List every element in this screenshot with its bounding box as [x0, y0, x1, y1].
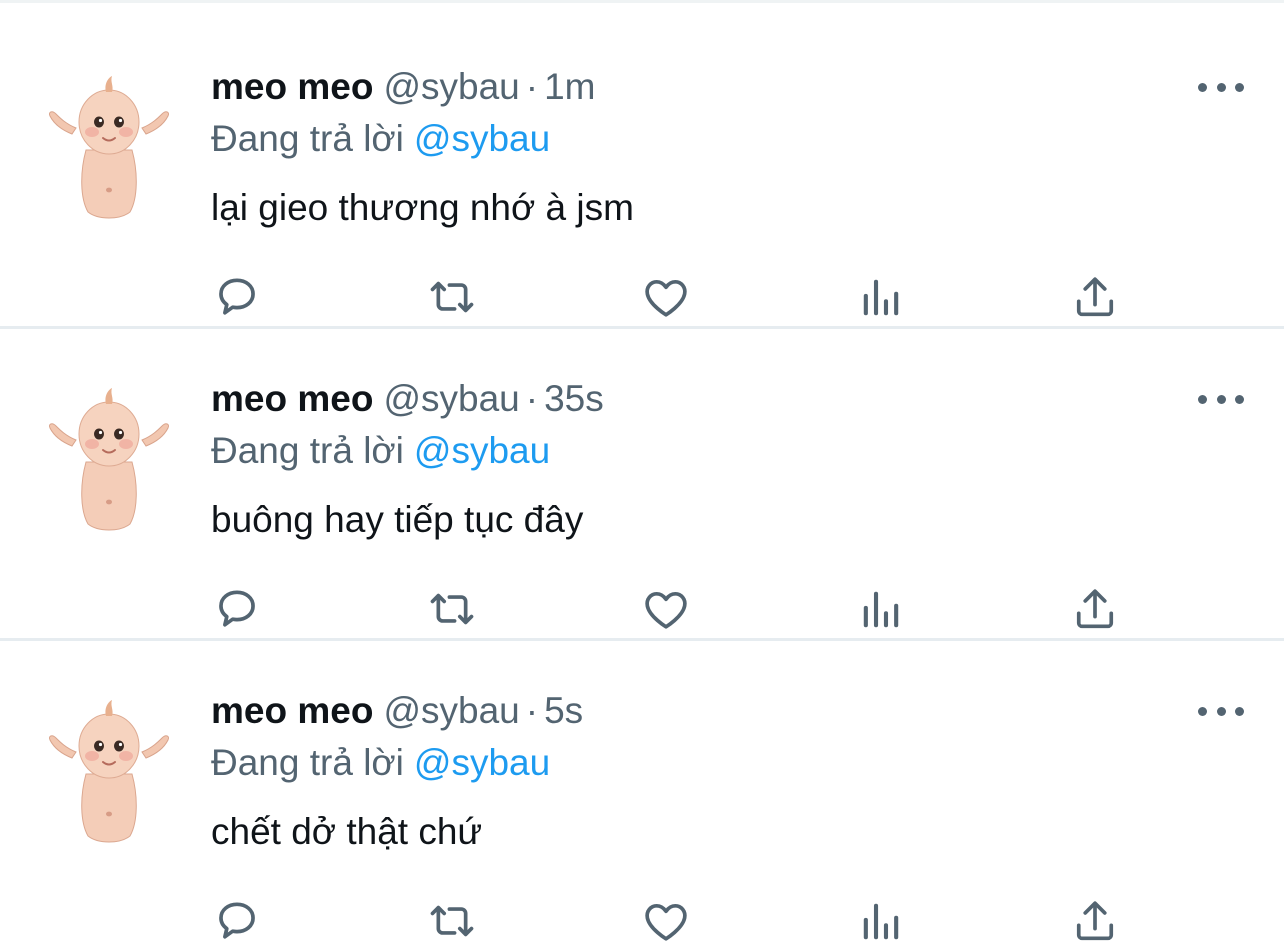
avatar[interactable] [44, 384, 174, 534]
replying-to-handle[interactable]: @sybau [414, 430, 550, 471]
heart-icon [645, 279, 687, 317]
like-button[interactable] [636, 267, 696, 327]
reply-button[interactable] [207, 891, 267, 941]
like-button[interactable] [636, 891, 696, 941]
share-upload-icon [1076, 277, 1114, 317]
views-button[interactable] [851, 267, 911, 327]
share-button[interactable] [1065, 891, 1125, 941]
tweet[interactable]: meo meo @sybau · 35s Đang trả lời @sybau buô… [0, 329, 1284, 641]
retweet-icon [430, 593, 474, 625]
tweet-actions [0, 267, 1284, 327]
tweet-text: chết dở thật chứ [211, 811, 483, 852]
avatar[interactable] [44, 72, 174, 222]
replying-to: Đang trả lời @sybau [211, 741, 550, 785]
display-name[interactable]: meo meo [211, 378, 373, 419]
tweet[interactable]: meo meo @sybau · 5s Đang trả lời @sybau chết… [0, 641, 1284, 941]
reply-button[interactable] [207, 267, 267, 327]
tweet-header: meo meo @sybau · 35s [211, 377, 604, 421]
heart-icon [645, 903, 687, 941]
replying-to: Đang trả lời @sybau [211, 429, 550, 473]
replying-to: Đang trả lời @sybau [211, 117, 550, 161]
timestamp[interactable]: 1m [544, 66, 595, 107]
share-button[interactable] [1065, 267, 1125, 327]
views-bar-chart-icon [863, 903, 899, 940]
heart-icon [645, 591, 687, 629]
tweet-text: lại gieo thương nhớ à jsm [211, 187, 634, 228]
views-bar-chart-icon [863, 591, 899, 628]
avatar[interactable] [44, 696, 174, 846]
user-handle[interactable]: @sybau [383, 690, 519, 731]
tweet-actions [0, 579, 1284, 639]
views-bar-chart-icon [863, 279, 899, 316]
share-upload-icon [1076, 589, 1114, 629]
views-button[interactable] [851, 579, 911, 639]
views-button[interactable] [851, 891, 911, 941]
tweet[interactable]: meo meo @sybau · 1m Đang trả lời @sybau lại … [0, 17, 1284, 329]
share-upload-icon [1076, 901, 1114, 941]
tweet-actions [0, 891, 1284, 941]
timestamp[interactable]: 5s [544, 690, 583, 731]
user-handle[interactable]: @sybau [383, 378, 519, 419]
tweet-header: meo meo @sybau · 1m [211, 65, 595, 109]
separator-dot: · [525, 378, 539, 419]
more-horizontal-icon[interactable] [1198, 387, 1244, 411]
replying-to-handle[interactable]: @sybau [414, 118, 550, 159]
retweet-button[interactable] [422, 267, 482, 327]
tweet-header: meo meo @sybau · 5s [211, 689, 583, 733]
separator-dot: · [525, 66, 539, 107]
timestamp[interactable]: 35s [544, 378, 604, 419]
share-button[interactable] [1065, 579, 1125, 639]
like-button[interactable] [636, 579, 696, 639]
replying-to-label: Đang trả lời [211, 430, 404, 471]
tweet-text: buông hay tiếp tục đây [211, 499, 584, 540]
retweet-icon [430, 905, 474, 937]
replying-to-handle[interactable]: @sybau [414, 742, 550, 783]
display-name[interactable]: meo meo [211, 690, 373, 731]
separator-dot: · [525, 690, 539, 731]
replying-to-label: Đang trả lời [211, 118, 404, 159]
more-horizontal-icon[interactable] [1198, 699, 1244, 723]
replying-to-label: Đang trả lời [211, 742, 404, 783]
retweet-icon [430, 281, 474, 313]
user-handle[interactable]: @sybau [383, 66, 519, 107]
reply-bubble-icon [219, 902, 255, 939]
retweet-button[interactable] [422, 891, 482, 941]
display-name[interactable]: meo meo [211, 66, 373, 107]
top-divider [0, 0, 1284, 3]
more-horizontal-icon[interactable] [1198, 75, 1244, 99]
reply-feed: meo meo @sybau · 1m Đang trả lời @sybau lại … [0, 0, 1284, 941]
reply-bubble-icon [219, 278, 255, 315]
reply-button[interactable] [207, 579, 267, 639]
retweet-button[interactable] [422, 579, 482, 639]
reply-bubble-icon [219, 590, 255, 627]
